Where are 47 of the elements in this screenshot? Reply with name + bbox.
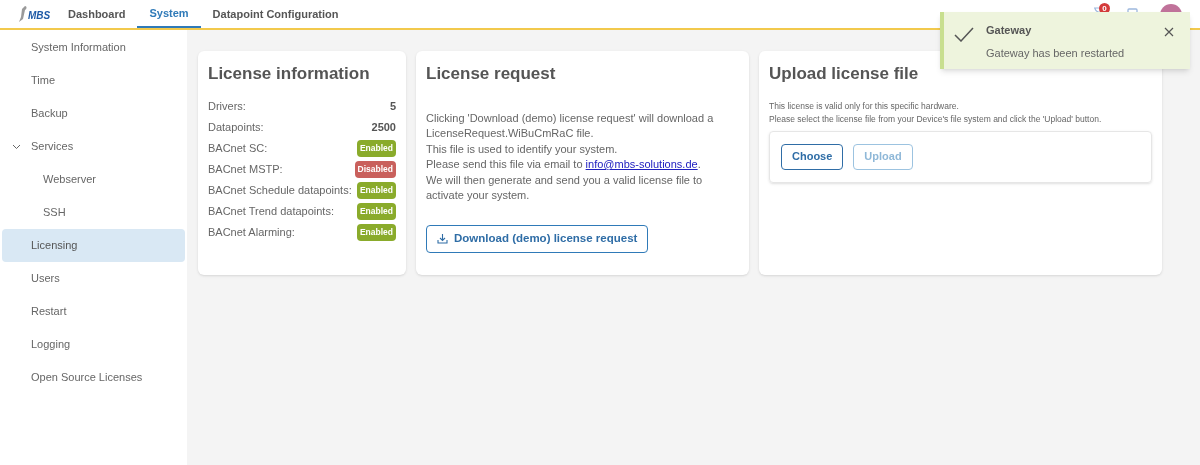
- sidebar-item[interactable]: Backup: [2, 97, 185, 130]
- download-button[interactable]: Download (demo) license request: [426, 224, 649, 253]
- body-text: This license is valid only for this specific hardware.: [769, 99, 960, 113]
- info-label: BACnet Schedule datapoints:: [208, 183, 352, 199]
- info-label: BACnet MSTP:: [208, 162, 283, 178]
- info-label: BACnet Trend datapoints:: [208, 204, 334, 220]
- status-badge: Enabled: [356, 140, 396, 157]
- sidebar-item[interactable]: Services: [2, 130, 185, 163]
- status-badge: Disabled: [354, 161, 396, 178]
- sidebar-item[interactable]: Open Source Licenses: [2, 361, 185, 394]
- body-text: Clicking 'Download (demo) license request' will download a LicenseRequest.WiBuCmRaC file.: [426, 110, 715, 141]
- toast-title: Gateway: [986, 23, 1033, 38]
- card-title: License request: [426, 63, 557, 85]
- sidebar-item[interactable]: Users: [2, 262, 185, 295]
- close-icon[interactable]: [1164, 27, 1174, 37]
- sidebar-item[interactable]: Licensing: [2, 229, 185, 262]
- card-title: Upload license file: [769, 63, 920, 85]
- body-text: This file is used to identify your system.: [426, 141, 619, 157]
- sidebar-item[interactable]: Webserver: [2, 163, 185, 196]
- body-text: Please select the license file from your Device's file system and click the 'Upload' button.: [769, 112, 1103, 126]
- sidebar-item[interactable]: Restart: [2, 295, 185, 328]
- body-text: We will then generate and send you a valid license file to activate your system.: [426, 172, 704, 203]
- info-value: 5: [389, 99, 396, 115]
- nav-tab[interactable]: System: [137, 0, 201, 28]
- info-label: Drivers:: [208, 99, 246, 115]
- sidebar-item[interactable]: SSH: [2, 196, 185, 229]
- logo-text: MBS: [28, 9, 51, 23]
- status-badge: Enabled: [356, 182, 396, 199]
- sidebar-item[interactable]: Time: [2, 64, 185, 97]
- body-text: Please send this file via email to info@mbs-solutions.de.: [426, 157, 702, 172]
- info-label: Datapoints:: [208, 120, 264, 136]
- sidebar-item[interactable]: System Information: [2, 31, 185, 64]
- sidebar-item[interactable]: Logging: [2, 328, 185, 361]
- info-value: 2500: [371, 120, 396, 136]
- nav-tab[interactable]: Dashboard: [56, 0, 138, 28]
- status-badge: Enabled: [356, 224, 396, 241]
- info-label: BACnet Alarming:: [208, 225, 295, 241]
- nav-tab[interactable]: Datapoint Configuration: [200, 0, 351, 28]
- check-icon: [954, 27, 974, 42]
- card-title: License information: [208, 63, 371, 85]
- upload-panel-button[interactable]: Choose: [781, 143, 844, 170]
- status-badge: Enabled: [356, 203, 396, 220]
- toast-message: Gateway has been restarted: [986, 45, 1126, 61]
- email-link[interactable]: info@mbs-solutions.de: [585, 158, 698, 170]
- bird-icon: [18, 5, 28, 23]
- download-icon: [437, 233, 448, 244]
- info-label: BACnet SC:: [208, 141, 268, 157]
